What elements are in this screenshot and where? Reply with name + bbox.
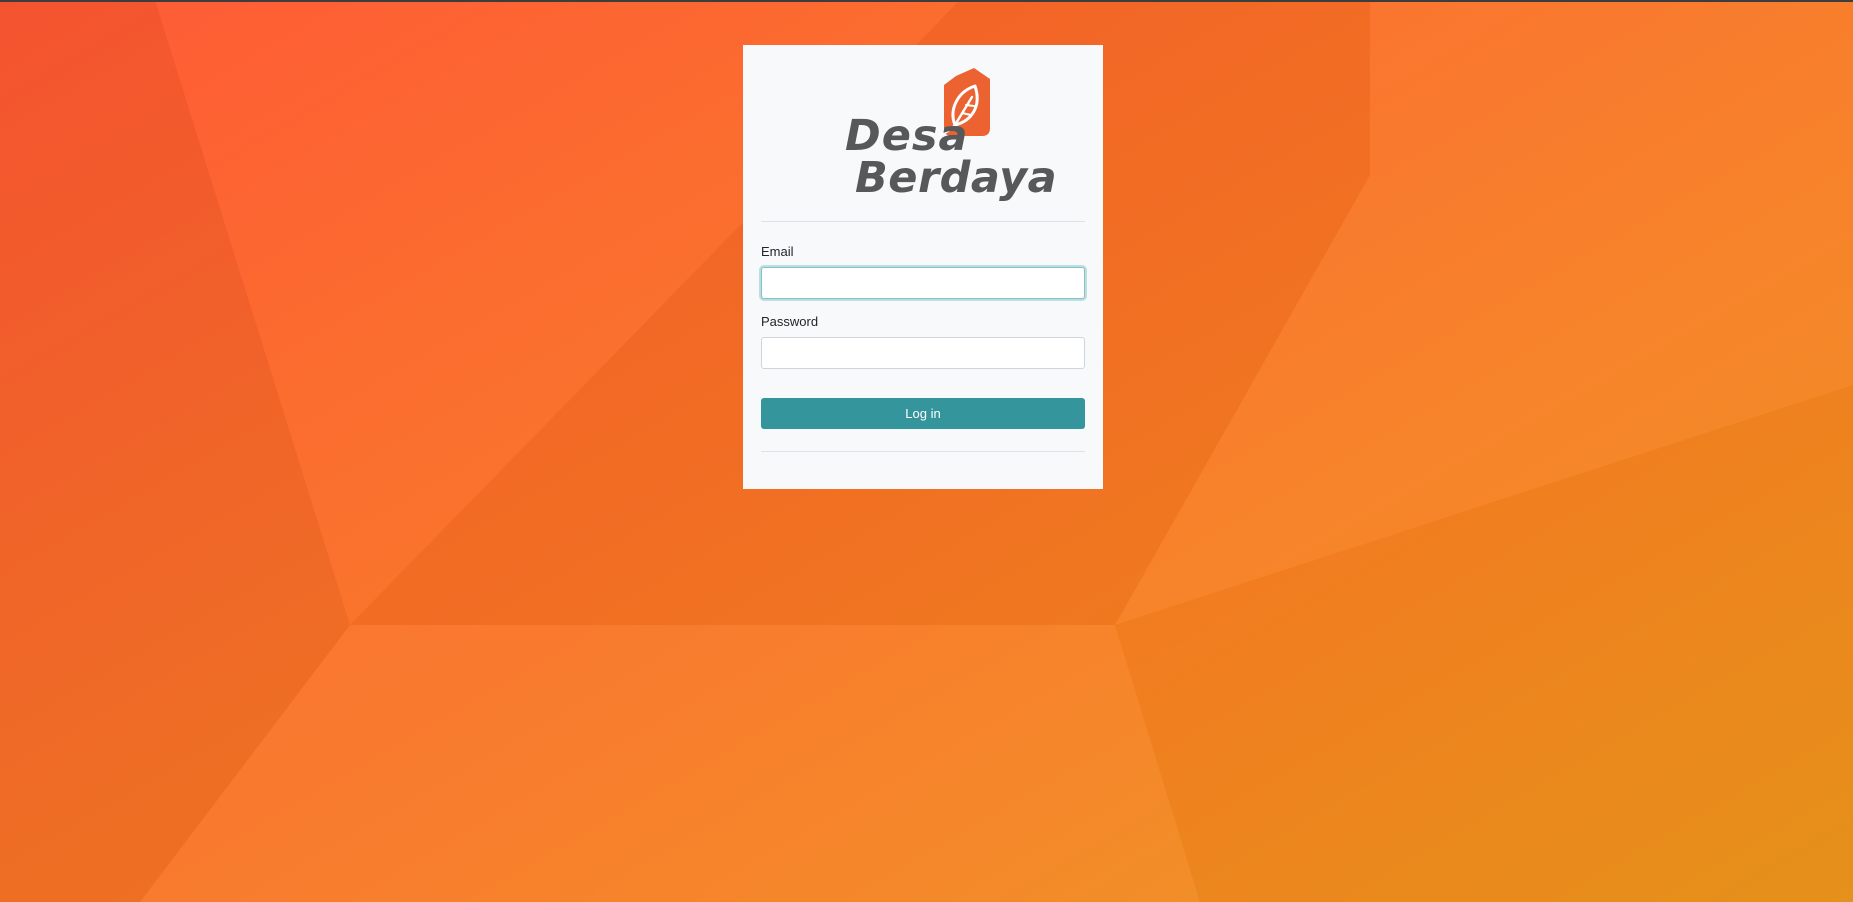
email-label: Email (761, 244, 794, 259)
logo-text-berdaya: Berdaya (855, 153, 1057, 203)
top-strip (0, 0, 1853, 2)
email-input[interactable] (761, 267, 1085, 299)
bottom-divider (761, 451, 1085, 452)
password-label: Password (761, 314, 819, 329)
logo-graphic: Desa Berdaya (845, 68, 1057, 203)
brand-logo: Desa Berdaya (761, 45, 1085, 221)
login-form: Email Password Log in (761, 244, 1085, 429)
password-input[interactable] (761, 337, 1085, 369)
login-button[interactable]: Log in (761, 398, 1085, 429)
top-divider (761, 221, 1085, 222)
login-card: Desa Berdaya Email Password Log in (743, 45, 1103, 489)
